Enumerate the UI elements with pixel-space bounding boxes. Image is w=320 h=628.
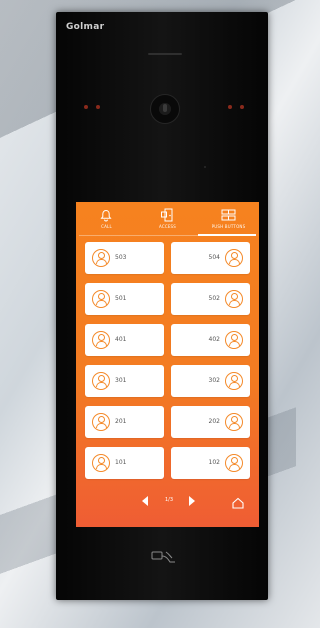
tab-access[interactable]: ACCESS [137,202,198,236]
camera-lens [150,94,180,124]
apartment-number: 504 [208,254,220,261]
apartment-button-502[interactable]: 502 [171,283,250,315]
apartment-button-501[interactable]: 501 [85,283,164,315]
next-page-icon[interactable] [189,496,195,506]
keypad-icon [220,208,236,222]
tab-call-label: CALL [101,224,112,229]
led-left-1 [84,105,88,109]
led-right-1 [228,105,232,109]
door-icon [159,208,175,222]
bell-icon [98,208,114,222]
apartment-button-201[interactable]: 201 [85,406,164,438]
person-icon [92,413,110,431]
person-icon [225,290,243,308]
led-right-2 [240,105,244,109]
apartment-number: 101 [115,459,127,466]
previous-page-icon[interactable] [142,496,148,506]
apartment-number: 502 [208,295,220,302]
apartment-button-102[interactable]: 102 [171,447,250,479]
tab-divider [79,235,256,236]
home-icon[interactable] [231,494,245,509]
apartment-button-402[interactable]: 402 [171,324,250,356]
person-icon [92,290,110,308]
door-entry-panel: Golmar CALL ACCESS PUSH BUTTONS 503 504 … [56,12,268,600]
camera-sensor [163,104,167,112]
apartment-number: 201 [115,418,127,425]
apartment-number: 503 [115,254,127,261]
apartment-button-101[interactable]: 101 [85,447,164,479]
person-icon [92,372,110,390]
proximity-card-reader[interactable] [148,547,180,567]
person-icon [92,249,110,267]
person-icon [225,454,243,472]
touch-screen: CALL ACCESS PUSH BUTTONS 503 504 501 502… [76,202,259,527]
tab-call[interactable]: CALL [76,202,137,236]
page-indicator: 1/3 [164,497,174,503]
person-icon [225,372,243,390]
person-icon [225,413,243,431]
apartment-button-504[interactable]: 504 [171,242,250,274]
person-icon [92,331,110,349]
apartment-button-401[interactable]: 401 [85,324,164,356]
apartment-button-503[interactable]: 503 [85,242,164,274]
tab-bar: CALL ACCESS PUSH BUTTONS [76,202,259,236]
apartment-number: 401 [115,336,127,343]
apartment-button-202[interactable]: 202 [171,406,250,438]
pagination-bar: 1/3 [76,492,259,514]
apartment-number: 402 [208,336,220,343]
apartment-number: 302 [208,377,220,384]
led-left-2 [96,105,100,109]
apartment-number: 301 [115,377,127,384]
apartment-number: 202 [208,418,220,425]
speaker-grille [148,53,182,55]
person-icon [225,331,243,349]
tab-push-buttons[interactable]: PUSH BUTTONS [198,202,259,236]
apartment-button-301[interactable]: 301 [85,365,164,397]
apartment-button-302[interactable]: 302 [171,365,250,397]
tab-access-label: ACCESS [158,224,177,229]
person-icon [92,454,110,472]
apartment-number: 102 [208,459,220,466]
person-icon [225,249,243,267]
tab-push-buttons-label: PUSH BUTTONS [211,224,246,229]
brand-logo: Golmar [66,22,105,32]
apartment-number: 501 [115,295,127,302]
microphone [204,166,206,168]
